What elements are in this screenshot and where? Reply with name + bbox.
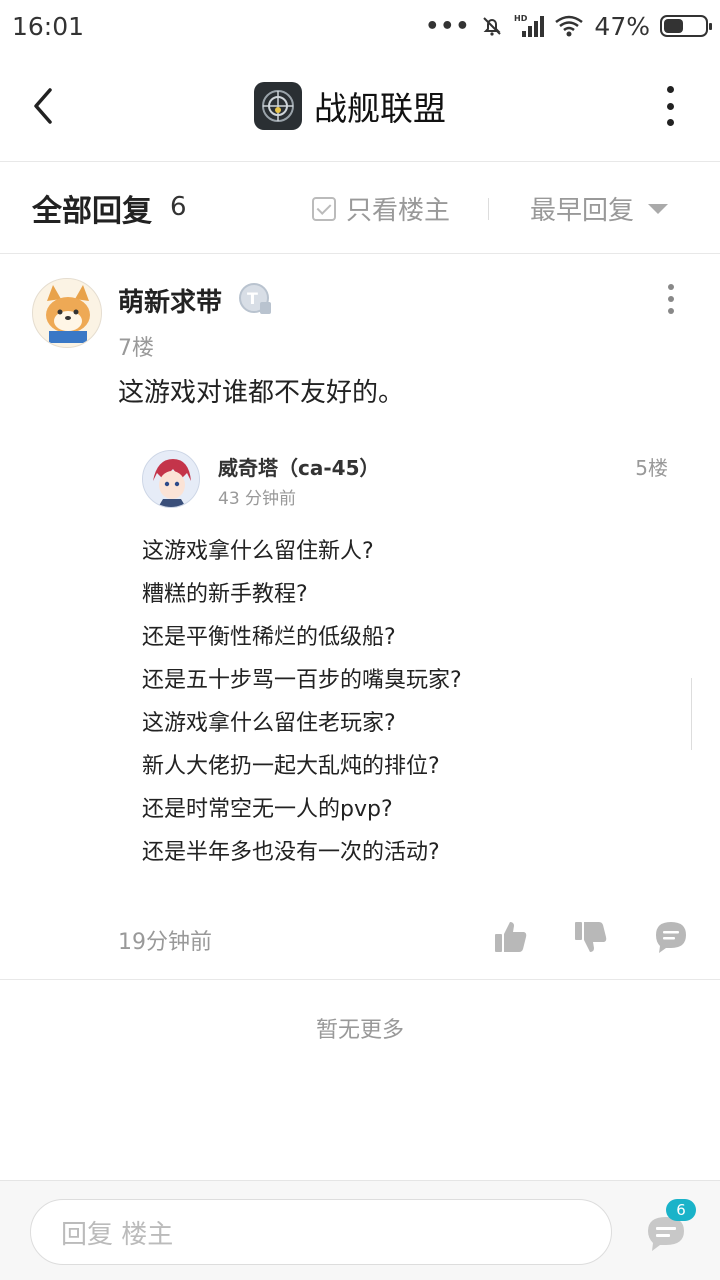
thumbs-down-icon xyxy=(575,922,607,952)
more-dot-icon xyxy=(666,86,674,93)
back-button[interactable] xyxy=(28,84,68,128)
comment-count-badge: 6 xyxy=(666,1199,696,1221)
quote-line: 糟糕的新手教程? xyxy=(142,582,308,607)
header-title-group[interactable]: 战舰联盟 xyxy=(254,82,446,130)
svg-text:T: T xyxy=(247,289,258,308)
chevron-left-icon xyxy=(34,88,52,124)
quote-line: 新人大佬扔一起大乱炖的排位? xyxy=(142,754,440,779)
post-time: 19分钟前 xyxy=(118,930,212,955)
reply-placeholder: 回复 楼主 xyxy=(61,1219,174,1250)
thumbs-up-icon xyxy=(495,922,527,952)
reply-post: 萌新求带 T 7楼 这游戏对谁都不友好的。 威奇塔（ca-45） 43 分钟前 … xyxy=(0,254,720,980)
like-button[interactable] xyxy=(492,918,530,956)
username[interactable]: 萌新求带 xyxy=(118,282,222,319)
bottom-bar: 回复 楼主 6 xyxy=(0,1180,720,1280)
checkbox-icon xyxy=(312,196,336,221)
comment-button[interactable] xyxy=(652,918,690,956)
battery-level xyxy=(664,19,683,33)
avatar[interactable] xyxy=(32,278,102,348)
quote-line: 还是时常空无一人的pvp? xyxy=(142,797,393,822)
shiba-avatar-icon xyxy=(33,279,101,347)
more-dot-icon xyxy=(668,296,674,302)
quote-avatar[interactable] xyxy=(142,450,200,508)
no-more-label: 暂无更多 xyxy=(315,1018,404,1043)
more-dot-icon xyxy=(668,284,674,290)
game-logo-icon xyxy=(254,82,302,130)
all-replies-label: 全部回复 xyxy=(32,194,152,229)
mute-bell-icon xyxy=(483,17,502,36)
more-dot-icon xyxy=(666,119,674,126)
scroll-indicator xyxy=(691,678,692,750)
more-options-button[interactable] xyxy=(660,86,680,126)
wifi-icon xyxy=(555,15,584,37)
sort-label: 最早回复 xyxy=(530,196,635,226)
reply-input[interactable]: 回复 楼主 xyxy=(30,1199,612,1265)
network-type: HD xyxy=(514,14,528,23)
more-dot-icon xyxy=(668,308,674,314)
floor-number: 7楼 xyxy=(118,336,154,361)
filter-divider xyxy=(488,198,489,220)
battery-percent: 47% xyxy=(594,11,650,41)
status-bar: 16:01 ••• HD 47% xyxy=(0,0,720,52)
quote-body: 这游戏拿什么留住新人? 糟糕的新手教程? 还是平衡性稀烂的低级船? 还是五十步骂… xyxy=(142,530,672,874)
status-time: 16:01 xyxy=(12,11,85,41)
quote-line: 还是五十步骂一百步的嘴臭玩家? xyxy=(142,668,462,693)
quote-line: 这游戏拿什么留住老玩家? xyxy=(142,711,396,736)
app-header: 战舰联盟 xyxy=(0,52,720,162)
dislike-button[interactable] xyxy=(572,918,610,956)
page-title: 战舰联盟 xyxy=(314,89,446,128)
only-owner-toggle[interactable]: 只看楼主 xyxy=(312,190,450,227)
filter-bar: 全部回复 6 只看楼主 最早回复 xyxy=(0,162,720,254)
quote-time: 43 分钟前 xyxy=(218,489,297,509)
more-dot-icon xyxy=(666,102,674,110)
status-icons: ••• HD 47% xyxy=(425,11,712,41)
anime-avatar-icon xyxy=(143,451,199,507)
quote-floor: 5楼 xyxy=(635,456,668,480)
post-content: 这游戏对谁都不友好的。 xyxy=(118,378,405,408)
reply-count: 6 xyxy=(170,192,187,222)
quote-line: 还是平衡性稀烂的低级船? xyxy=(142,625,396,650)
quote-username[interactable]: 威奇塔（ca-45） xyxy=(218,452,379,481)
only-owner-label: 只看楼主 xyxy=(346,196,451,226)
sort-dropdown[interactable]: 最早回复 xyxy=(530,190,669,227)
quote-line: 还是半年多也没有一次的活动? xyxy=(142,840,440,865)
level-badge-icon: T xyxy=(239,283,271,314)
battery-icon xyxy=(660,15,712,37)
notification-dots-icon: ••• xyxy=(425,13,471,39)
comment-bubble-icon xyxy=(656,922,686,953)
signal-icon: HD xyxy=(514,14,545,37)
post-more-button[interactable] xyxy=(666,284,676,314)
caret-down-icon xyxy=(648,203,669,214)
quote-line: 这游戏拿什么留住新人? xyxy=(142,539,374,564)
